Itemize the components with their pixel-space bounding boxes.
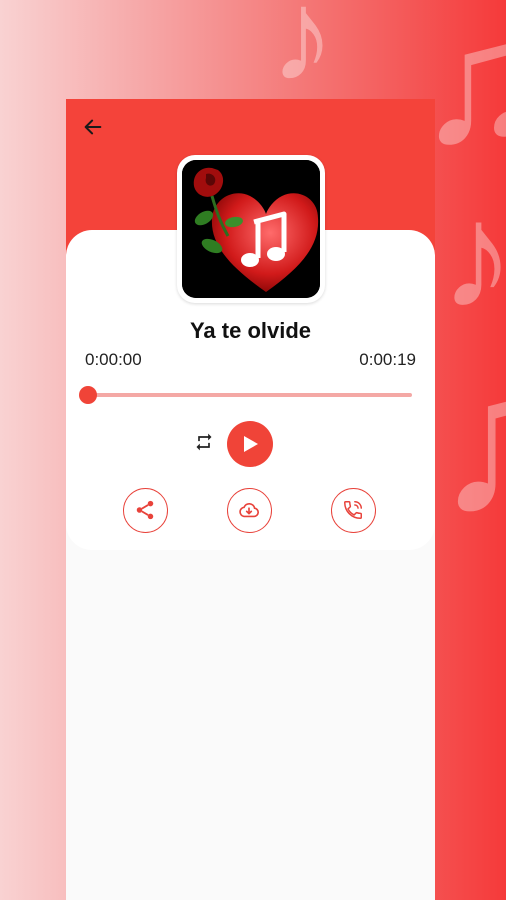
- album-cover: [177, 155, 325, 303]
- download-button[interactable]: [227, 488, 272, 533]
- seek-bar[interactable]: [79, 383, 412, 407]
- background-music-note-icon: ♪: [270, 0, 335, 108]
- play-button[interactable]: [227, 421, 273, 467]
- phone-screen: Ya te olvide 0:00:00 0:00:19: [66, 99, 435, 900]
- arrow-left-icon: [84, 119, 102, 135]
- phone-ring-icon: [344, 501, 362, 519]
- set-ringtone-button[interactable]: [331, 488, 376, 533]
- current-time: 0:00:00: [85, 350, 142, 369]
- seek-thumb[interactable]: [79, 386, 97, 404]
- cloud-download-icon: [239, 502, 259, 518]
- song-title: Ya te olvide: [189, 318, 312, 343]
- album-art-image: [182, 160, 320, 298]
- background-music-note-icon: ♪: [440, 171, 506, 339]
- share-button[interactable]: [123, 488, 168, 533]
- repeat-icon: [196, 433, 212, 451]
- share-icon: [136, 500, 154, 520]
- seek-track: [88, 393, 412, 397]
- background-music-note-icon: ♫: [430, 330, 506, 540]
- repeat-button[interactable]: [194, 432, 214, 452]
- play-icon: [244, 436, 258, 452]
- total-time: 0:00:19: [359, 350, 416, 369]
- back-button[interactable]: [82, 116, 104, 138]
